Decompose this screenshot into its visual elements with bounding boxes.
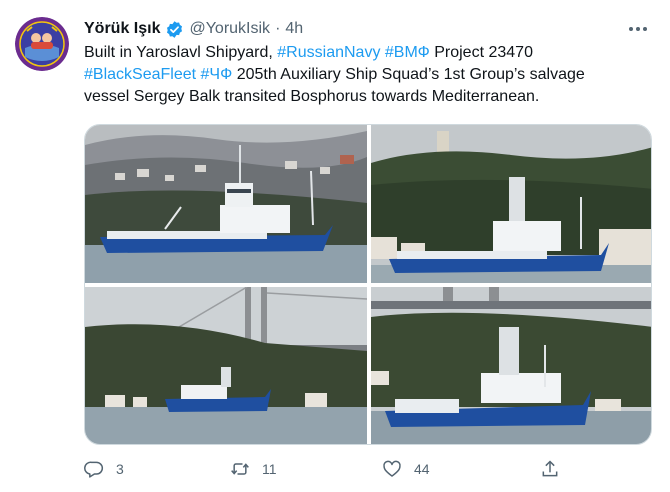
photo-4[interactable] bbox=[371, 287, 651, 444]
avatar[interactable] bbox=[15, 17, 69, 71]
share-button[interactable] bbox=[540, 456, 560, 482]
like-button[interactable]: 44 bbox=[382, 456, 430, 482]
text-segment: Project 23470 bbox=[429, 44, 533, 61]
reply-button[interactable]: 3 bbox=[84, 456, 124, 482]
heart-icon bbox=[382, 459, 402, 479]
text-segment: 205th Auxiliary Ship Squad’s 1st Group’s… bbox=[232, 66, 585, 83]
hashtag-blackseafleet[interactable]: #BlackSeaFleet bbox=[84, 66, 196, 83]
header-separator: · bbox=[275, 20, 281, 37]
reply-count: 3 bbox=[116, 461, 124, 477]
photo-1[interactable] bbox=[85, 125, 367, 283]
author-handle[interactable]: @YorukIsik bbox=[189, 20, 270, 38]
retweet-icon bbox=[230, 459, 250, 479]
tweet-text-line-3: vessel Sergey Balk transited Bosphorus t… bbox=[84, 88, 540, 105]
reply-icon bbox=[84, 459, 104, 479]
like-count: 44 bbox=[414, 461, 430, 477]
share-icon bbox=[540, 459, 560, 479]
text-segment: Built in Yaroslavl Shipyard, bbox=[84, 44, 278, 61]
tweet-actions: 3 11 44 bbox=[84, 456, 564, 482]
more-options-icon[interactable] bbox=[626, 20, 650, 38]
retweet-count: 11 bbox=[262, 461, 277, 477]
author-display-name[interactable]: Yörük Işık bbox=[84, 20, 160, 38]
hashtag-chf[interactable]: #ЧФ bbox=[201, 66, 233, 83]
verified-badge-icon bbox=[165, 20, 184, 39]
tweet: Yörük Işık @YorukIsik · 4h Built in Yaro… bbox=[0, 0, 670, 492]
tweet-timestamp[interactable]: 4h bbox=[285, 20, 303, 38]
tweet-header: Yörük Işık @YorukIsik · 4h bbox=[84, 18, 303, 40]
media-grid bbox=[84, 124, 652, 445]
hashtag-russiannavy[interactable]: #RussianNavy bbox=[277, 44, 380, 61]
hashtag-vmf[interactable]: #ВМФ bbox=[385, 44, 430, 61]
tweet-text-line-1: Built in Yaroslavl Shipyard, #RussianNav… bbox=[84, 42, 654, 64]
tweet-text: Built in Yaroslavl Shipyard, #RussianNav… bbox=[84, 42, 654, 108]
photo-2[interactable] bbox=[371, 125, 651, 283]
retweet-button[interactable]: 11 bbox=[230, 456, 277, 482]
tweet-text-line-2: #BlackSeaFleet #ЧФ 205th Auxiliary Ship … bbox=[84, 64, 654, 86]
photo-3[interactable] bbox=[85, 287, 367, 444]
